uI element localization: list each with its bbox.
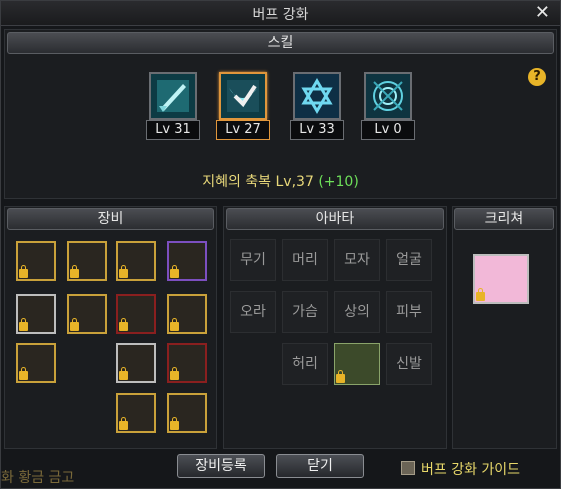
avatar-header: 아바타: [226, 208, 444, 230]
buff-enhance-window: 버프 강화 ✕ 스킬 Lv 31 Lv 27 Lv 33 Lv 0 ? 지혜의 …: [0, 0, 561, 489]
skill-level-3: Lv 33: [290, 120, 344, 140]
lock-icon: [119, 417, 128, 430]
equipment-slot[interactable]: [116, 294, 156, 334]
avatar-slot-top[interactable]: 상의: [334, 291, 380, 333]
equipment-slot[interactable]: [67, 294, 107, 334]
lock-icon: [119, 265, 128, 278]
window-title: 버프 강화: [252, 7, 309, 23]
help-icon[interactable]: ?: [528, 68, 546, 86]
lock-icon: [70, 265, 79, 278]
skill-slot-4[interactable]: Lv 0: [361, 70, 415, 142]
lock-icon: [170, 367, 179, 380]
wings-icon: [219, 72, 267, 120]
lock-icon: [170, 318, 179, 331]
equipment-slot[interactable]: [116, 343, 156, 383]
lock-icon: [70, 318, 79, 331]
skill-slot-1[interactable]: Lv 31: [146, 70, 200, 142]
creature-panel: [452, 206, 557, 449]
avatar-slot-chest[interactable]: 가슴: [282, 291, 328, 333]
skill-level-4: Lv 0: [361, 120, 415, 140]
lock-icon: [119, 318, 128, 331]
title-bar[interactable]: 버프 강화 ✕: [1, 1, 560, 26]
background-text: 화 황금 금고: [1, 470, 75, 486]
creature-slot[interactable]: [473, 254, 529, 304]
avatar-slot-shoes[interactable]: 신발: [386, 343, 432, 385]
magic-circle-icon: [364, 72, 412, 120]
avatar-slot-waist[interactable]: 허리: [282, 343, 328, 385]
avatar-slot-pants[interactable]: [334, 343, 380, 385]
equipment-slot[interactable]: [16, 294, 56, 334]
creature-header: 크리쳐: [454, 208, 554, 230]
buff-name-level: 지혜의 축복 Lv,37: [202, 174, 314, 190]
avatar-slot-face[interactable]: 얼굴: [386, 239, 432, 281]
lock-icon: [170, 265, 179, 278]
register-equipment-button[interactable]: 장비등록: [177, 454, 265, 478]
lock-icon: [170, 417, 179, 430]
close-button[interactable]: 닫기: [276, 454, 364, 478]
skill-level-2: Lv 27: [216, 120, 270, 140]
equipment-slot[interactable]: [167, 294, 207, 334]
equipment-slot[interactable]: [167, 343, 207, 383]
lock-icon: [476, 288, 485, 301]
avatar-slot-aura[interactable]: 오라: [230, 291, 276, 333]
avatar-slot-hat[interactable]: 모자: [334, 239, 380, 281]
skill-level-1: Lv 31: [146, 120, 200, 140]
lock-icon: [19, 367, 28, 380]
equipment-slot[interactable]: [16, 241, 56, 281]
skill-slot-3[interactable]: Lv 33: [290, 70, 344, 142]
buff-status: 지혜의 축복 Lv,37 (+10): [1, 171, 560, 191]
hexagram-icon: [293, 72, 341, 120]
equipment-slot[interactable]: [16, 343, 56, 383]
guide-label: 버프 강화 가이드: [421, 462, 521, 478]
equipment-slot[interactable]: [167, 241, 207, 281]
lock-icon: [19, 265, 28, 278]
guide-book-icon: [401, 461, 415, 475]
buff-bonus: (+10): [318, 174, 359, 190]
lock-icon: [19, 318, 28, 331]
skill-slot-2[interactable]: Lv 27: [216, 70, 270, 142]
avatar-slot-weapon[interactable]: 무기: [230, 239, 276, 281]
lock-icon: [119, 367, 128, 380]
equipment-header: 장비: [7, 208, 214, 230]
pants-item: [335, 344, 379, 384]
equipment-slot[interactable]: [116, 393, 156, 433]
avatar-slot-hair[interactable]: 머리: [282, 239, 328, 281]
equipment-slot[interactable]: [167, 393, 207, 433]
lock-icon: [336, 370, 345, 383]
close-icon[interactable]: ✕: [535, 2, 550, 23]
equipment-slot[interactable]: [116, 241, 156, 281]
avatar-slot-skin[interactable]: 피부: [386, 291, 432, 333]
equipment-slot[interactable]: [67, 241, 107, 281]
buff-guide-link[interactable]: 버프 강화 가이드: [401, 459, 520, 479]
skill-header: 스킬: [7, 32, 554, 54]
sword-icon: [149, 72, 197, 120]
